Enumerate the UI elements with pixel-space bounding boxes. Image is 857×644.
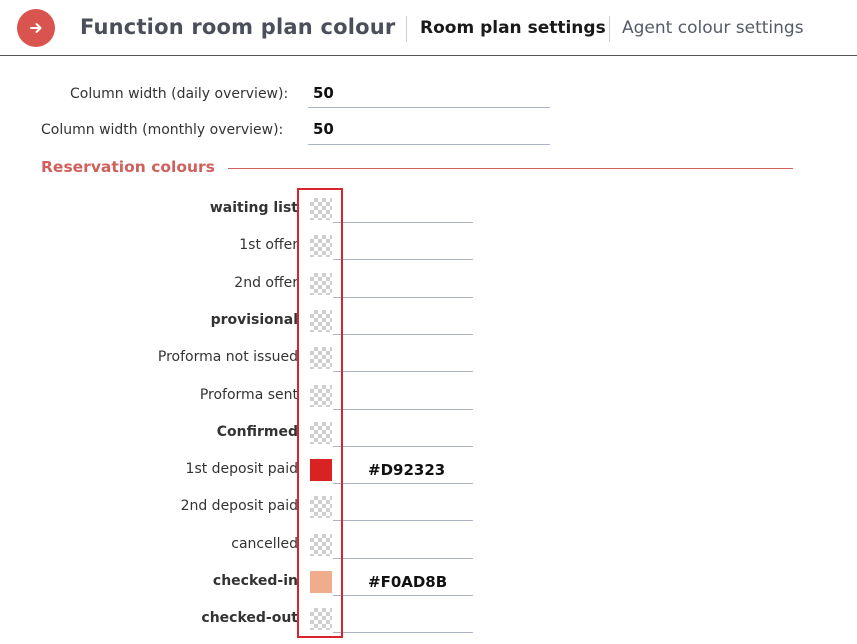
monthly-width-label: Column width (monthly overview): [41,122,284,138]
page-header: Function room plan colour Room plan sett… [0,0,857,56]
colour-row-label-2nd-offer: 2nd offer [234,274,298,291]
arrow-right-icon [30,23,42,33]
colour-row-underline [333,595,473,596]
daily-width-label: Column width (daily overview): [70,86,289,102]
colour-row-label-checked-in: checked-in [212,573,298,589]
colour-row-underline [333,520,473,522]
colour-row-underline [333,408,473,410]
colour-row-underline [333,296,473,298]
colour-row-label-1st-offer: 1st offer [239,237,298,254]
colour-row-underline [333,371,473,373]
section-divider [228,168,793,169]
colour-row-label-confirmed: Confirmed [216,423,298,440]
colour-row-underline [333,333,473,335]
header-divider [609,16,610,42]
daily-width-underline [308,107,550,108]
colour-row-label-checked-out: checked-out [201,610,298,627]
colour-row-label-cancelled: cancelled [231,535,298,552]
section-title-reservation-colours: Reservation colours [41,158,215,176]
colour-row-underline [333,632,473,634]
colour-hex-value-checked-in[interactable]: #F0AD8B [368,573,447,591]
colour-row-underline [333,222,473,223]
navigation-button[interactable] [17,9,55,47]
colour-row-underline [333,557,473,559]
monthly-width-input[interactable]: 50 [313,120,334,138]
colour-row-label-waiting-list: waiting list [209,200,298,216]
colour-row-label-1st-deposit-paid: 1st deposit paid [185,461,298,478]
page-title: Function room plan colour [80,15,396,39]
colour-row-label-provisional: provisional [210,311,298,328]
colour-row-underline [333,483,473,485]
swatch-column-highlight [297,188,343,638]
colour-hex-value-1st-deposit-paid[interactable]: #D92323 [368,461,445,479]
tab-agent-colour-settings[interactable]: Agent colour settings [622,18,804,38]
tab-room-plan-settings[interactable]: Room plan settings [420,18,606,38]
monthly-width-underline [308,144,550,145]
colour-row-label-2nd-deposit-paid: 2nd deposit paid [180,498,298,515]
header-divider [406,16,407,42]
colour-row-underline [333,445,473,447]
colour-row-label-proforma-sent: Proforma sent [199,386,298,403]
colour-row-label-proforma-not-issued: Proforma not issued [157,349,298,366]
daily-width-input[interactable]: 50 [313,84,334,102]
colour-row-underline [333,259,473,261]
